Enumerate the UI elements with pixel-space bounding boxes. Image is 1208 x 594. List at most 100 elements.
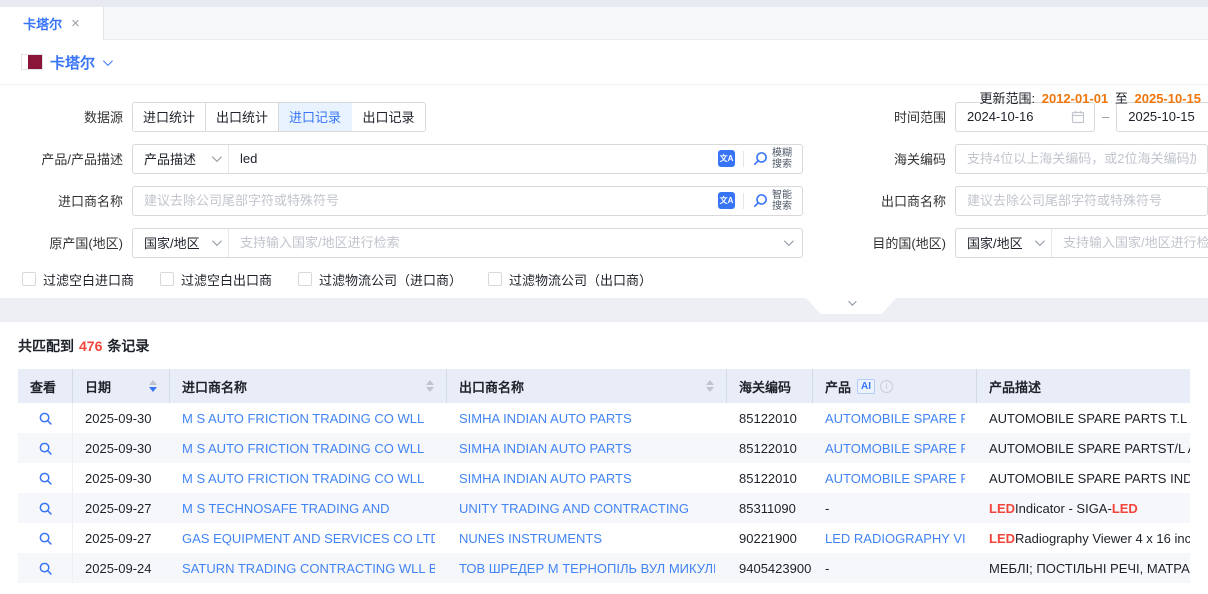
exporter-link[interactable]: SIMHA INDIAN AUTO PARTS: [459, 411, 632, 426]
highlighted-term: LED: [989, 501, 1015, 516]
importer-link[interactable]: GAS EQUIPMENT AND SERVICES CO LTD: [182, 531, 435, 546]
smart-search-button[interactable]: 智能搜索: [752, 190, 794, 212]
importer-link[interactable]: M S AUTO FRICTION TRADING CO WLL: [182, 471, 424, 486]
exporter-link[interactable]: SIMHA INDIAN AUTO PARTS: [459, 471, 632, 486]
description-cell: AUTOMOBILE SPARE PARTST/L ASSY ...: [977, 433, 1190, 463]
collapse-filters-button[interactable]: [806, 298, 896, 314]
sort-button[interactable]: [706, 380, 714, 392]
info-icon[interactable]: i: [880, 380, 893, 393]
data-source-option[interactable]: 出口统计: [206, 103, 279, 131]
highlighted-term: LED: [1112, 501, 1138, 516]
view-details-button[interactable]: [18, 433, 73, 463]
exporter-cell: UNITY TRADING AND CONTRACTING: [447, 493, 727, 523]
product-cell: LED RADIOGRAPHY VI...: [813, 523, 977, 553]
sort-up-icon[interactable]: [149, 380, 157, 385]
chevron-down-icon: [848, 297, 856, 305]
fuzzy-search-button[interactable]: 模糊搜索: [752, 148, 794, 170]
importer-link[interactable]: M S TECHNOSAFE TRADING AND: [182, 501, 390, 516]
update-range-to: 至: [1115, 91, 1128, 106]
product-search-input[interactable]: [229, 151, 718, 166]
destination-country-input[interactable]: [1052, 235, 1208, 250]
sort-up-icon[interactable]: [706, 380, 714, 385]
view-details-button[interactable]: [18, 523, 73, 553]
filter-checkbox[interactable]: 过滤物流公司（进口商）: [298, 270, 462, 289]
date-cell: 2025-09-27: [73, 523, 170, 553]
view-details-button[interactable]: [18, 463, 73, 493]
column-header-label: 海关编码: [739, 377, 791, 396]
destination-country-select[interactable]: 国家/地区: [956, 229, 1052, 257]
importer-link[interactable]: M S AUTO FRICTION TRADING CO WLL: [182, 441, 424, 456]
column-header-label: 产品描述: [989, 377, 1041, 396]
description-text: AUTOMOBILE SPARE PARTST/L ASSY ...: [989, 441, 1190, 456]
checkbox-icon[interactable]: [298, 272, 312, 286]
country-dropdown-chevron-icon[interactable]: [103, 56, 113, 66]
data-source-option[interactable]: 出口记录: [352, 103, 425, 131]
date-cell: 2025-09-30: [73, 463, 170, 493]
chevron-down-icon: [212, 152, 222, 162]
origin-input-group: 国家/地区: [132, 228, 803, 258]
origin-label: 原产国(地区): [0, 233, 132, 252]
description-text: Radiography Viewer 4 x 16 inch: [1015, 531, 1190, 546]
tab-bar: 卡塔尔 ×: [0, 7, 1208, 40]
hs-code-cell: 85311090: [727, 493, 813, 523]
column-header[interactable]: 日期: [73, 369, 170, 403]
results-summary: 共匹配到476条记录: [18, 336, 1190, 356]
data-source-option[interactable]: 进口统计: [133, 103, 206, 131]
window-top-strip: [0, 0, 1208, 7]
checkbox-icon[interactable]: [22, 272, 36, 286]
product-link[interactable]: AUTOMOBILE SPARE P...: [825, 411, 965, 426]
sort-down-icon[interactable]: [706, 387, 714, 392]
sort-button[interactable]: [426, 380, 434, 392]
exporter-cell: SIMHA INDIAN AUTO PARTS: [447, 433, 727, 463]
checkbox-icon[interactable]: [488, 272, 502, 286]
summary-count: 476: [79, 338, 102, 354]
tab-qatar[interactable]: 卡塔尔 ×: [0, 7, 104, 40]
origin-country-select[interactable]: 国家/地区: [133, 229, 229, 257]
view-details-button[interactable]: [18, 403, 73, 433]
view-details-button[interactable]: [18, 493, 73, 523]
filter-checkbox[interactable]: 过滤空白进口商: [22, 270, 134, 289]
search-icon: [38, 471, 53, 486]
hs-code-cell: 90221900: [727, 523, 813, 553]
checkbox-icon[interactable]: [160, 272, 174, 286]
importer-link[interactable]: M S AUTO FRICTION TRADING CO WLL: [182, 411, 424, 426]
exporter-link[interactable]: NUNES INSTRUMENTS: [459, 531, 602, 546]
product-empty: -: [825, 501, 829, 516]
data-source-label: 数据源: [0, 107, 132, 126]
translate-icon[interactable]: 文A: [718, 192, 735, 209]
importer-cell: GAS EQUIPMENT AND SERVICES CO LTD: [170, 523, 447, 553]
filter-checkbox[interactable]: 过滤物流公司（出口商）: [488, 270, 652, 289]
filter-checkbox[interactable]: 过滤空白出口商: [160, 270, 272, 289]
sort-button[interactable]: [149, 380, 157, 392]
product-link[interactable]: AUTOMOBILE SPARE P...: [825, 471, 965, 486]
ai-badge: AI: [857, 379, 875, 394]
table-body: 2025-09-30 M S AUTO FRICTION TRADING CO W…: [18, 403, 1190, 583]
tab-close-icon[interactable]: ×: [71, 16, 80, 31]
checkbox-label: 过滤空白进口商: [43, 270, 134, 289]
translate-icon[interactable]: 文A: [718, 150, 735, 167]
sort-down-icon[interactable]: [426, 387, 434, 392]
exporter-link[interactable]: ТОВ ШРЕДЕР М ТЕРНОПІЛЬ ВУЛ МИКУЛИ...: [459, 561, 715, 576]
hs-code-input[interactable]: [956, 151, 1207, 166]
column-header[interactable]: 出口商名称: [447, 369, 727, 403]
product-link[interactable]: LED RADIOGRAPHY VI...: [825, 531, 965, 546]
chevron-down-icon: [1035, 236, 1045, 246]
origin-country-input[interactable]: [229, 235, 784, 250]
product-type-select[interactable]: 产品描述: [133, 145, 229, 173]
column-header[interactable]: 进口商名称: [170, 369, 447, 403]
data-source-option[interactable]: 进口记录: [279, 103, 352, 131]
sort-up-icon[interactable]: [426, 380, 434, 385]
importer-link[interactable]: SATURN TRADING CONTRACTING WLL BUI...: [182, 561, 435, 576]
exporter-link[interactable]: SIMHA INDIAN AUTO PARTS: [459, 441, 632, 456]
table-row: 2025-09-30M S AUTO FRICTION TRADING CO W…: [18, 433, 1190, 463]
sort-down-icon[interactable]: [149, 387, 157, 392]
product-link[interactable]: AUTOMOBILE SPARE P...: [825, 441, 965, 456]
exporter-input[interactable]: [956, 193, 1207, 208]
exporter-link[interactable]: UNITY TRADING AND CONTRACTING: [459, 501, 689, 516]
product-type-select-value: 产品描述: [144, 149, 196, 168]
description-text: AUTOMOBILE SPARE PARTS T.L ASSY ...: [989, 411, 1190, 426]
view-details-button[interactable]: [18, 553, 73, 583]
importer-input[interactable]: [133, 193, 718, 208]
description-cell: LED Radiography Viewer 4 x 16 inch: [977, 523, 1190, 553]
checkbox-label: 过滤物流公司（进口商）: [319, 270, 462, 289]
